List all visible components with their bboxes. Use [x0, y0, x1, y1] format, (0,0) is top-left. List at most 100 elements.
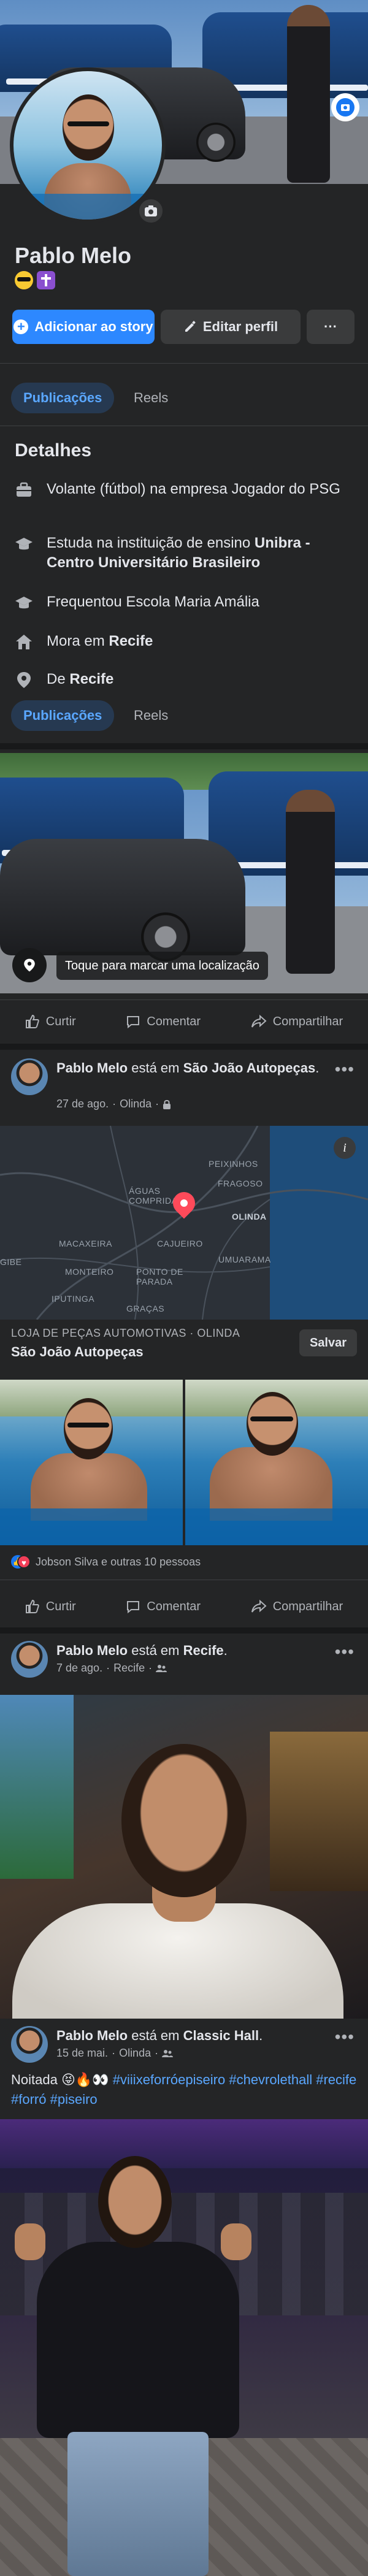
tab-posts[interactable]: Publicações: [11, 383, 115, 413]
map-roads: [0, 1126, 368, 1320]
section-divider: [0, 743, 368, 749]
meta-separator: ·: [155, 2047, 159, 2059]
car-wheel: [196, 123, 236, 162]
post-author[interactable]: Pablo Melo: [56, 2028, 128, 2043]
post-author[interactable]: Pablo Melo: [56, 1060, 128, 1076]
post-photo-right[interactable]: [185, 1380, 368, 1545]
share-button[interactable]: Compartilhar: [251, 1599, 343, 1614]
reaction-text: Jobson Silva e outras 10 pessoas: [36, 1555, 201, 1568]
hashtag-link[interactable]: #chevrolethall: [229, 2072, 312, 2087]
detail-work: Volante (fútbol) na empresa Jogador do P…: [15, 480, 358, 499]
love-reaction-icon: ♥: [17, 1555, 31, 1569]
detail-from-text: De Recife: [47, 670, 113, 689]
avatar-camera-button[interactable]: [137, 197, 164, 224]
post-title: Pablo Melo está em Classic Hall.: [56, 2028, 263, 2043]
tab-posts-label: Publicações: [23, 708, 102, 723]
meta-separator: ·: [148, 1662, 153, 1674]
post-author[interactable]: Pablo Melo: [56, 1643, 128, 1658]
divider: [0, 363, 368, 364]
like-label: Curtir: [45, 1599, 76, 1613]
post-options-button[interactable]: •••: [335, 1060, 355, 1079]
post-actions: Curtir Comentar Compartilhar: [0, 1003, 368, 1040]
home-icon: [16, 635, 32, 649]
comment-button[interactable]: Comentar: [126, 1014, 201, 1029]
post-photo-left[interactable]: [0, 1380, 183, 1545]
standing-person: [286, 790, 335, 974]
meta-separator: ·: [112, 1098, 117, 1110]
sunglasses-shape: [67, 121, 109, 126]
location-tag-button[interactable]: [12, 948, 47, 982]
add-to-story-button[interactable]: + Adicionar ao story: [12, 310, 155, 344]
avatar-photo: [13, 71, 162, 220]
detail-lives: Mora em Recife: [15, 632, 358, 651]
section-divider: [0, 1627, 368, 1634]
post-map[interactable]: FRAGOSO ÁGUAS COMPRIDAS OLINDA MACAXEIRA…: [0, 1126, 368, 1320]
jeans: [67, 2432, 209, 2576]
post-place[interactable]: Recife: [183, 1643, 224, 1658]
place-card[interactable]: LOJA DE PEÇAS AUTOMOTIVAS · OLINDA São J…: [0, 1320, 368, 1370]
post-title: Pablo Melo está em Recife.: [56, 1643, 228, 1658]
map-label: OLINDA: [232, 1212, 267, 1221]
place-name: São João Autopeças: [11, 1344, 144, 1359]
avatar[interactable]: [11, 1058, 48, 1095]
hashtag-link[interactable]: #recife: [316, 2072, 356, 2087]
map-label: PEIXINHOS: [209, 1159, 258, 1169]
post-header: Pablo Melo está em Recife. 7 de ago. · Rec…: [0, 1634, 368, 1689]
edit-profile-label: Editar perfil: [202, 319, 278, 334]
reaction-icons: 👍 ♥: [11, 1555, 31, 1569]
post-options-button[interactable]: •••: [335, 2027, 355, 2047]
more-options-button[interactable]: ···: [307, 310, 355, 344]
avatar[interactable]: [11, 1641, 48, 1678]
hashtag-link[interactable]: #forró: [11, 2092, 46, 2107]
sunglasses-emoji-icon: [15, 271, 33, 289]
post-date[interactable]: 27 de ago.: [56, 1098, 109, 1110]
post-options-button[interactable]: •••: [335, 1642, 355, 1662]
palm-background: [0, 1695, 74, 1879]
detail-lives-city[interactable]: Recife: [109, 633, 153, 649]
head-shape: [121, 1744, 247, 1897]
save-place-button[interactable]: Salvar: [299, 1329, 357, 1356]
friends-icon: [162, 2049, 174, 2057]
hashtag-link[interactable]: #viiixeforróepiseiro: [113, 2072, 225, 2087]
like-button[interactable]: Curtir: [25, 1014, 76, 1029]
cover-photo-edit-button[interactable]: [331, 93, 359, 121]
edit-profile-button[interactable]: Editar perfil: [161, 310, 301, 344]
map-label: GRAÇAS: [126, 1304, 165, 1313]
comment-label: Comentar: [147, 1014, 201, 1028]
map-label: FRAGOSO: [218, 1179, 263, 1188]
like-button[interactable]: Curtir: [25, 1599, 76, 1614]
map-info-button[interactable]: i: [334, 1137, 356, 1159]
post-verb: está em: [128, 1060, 183, 1076]
graduation-cap-icon: [15, 597, 33, 609]
detail-from-city[interactable]: Recife: [69, 671, 113, 687]
post-photo[interactable]: [0, 1695, 368, 2019]
graduation-cap-icon: [15, 538, 33, 550]
post-place[interactable]: São João Autopeças: [183, 1060, 316, 1076]
comment-button[interactable]: Comentar: [126, 1599, 201, 1614]
post-place[interactable]: Classic Hall: [183, 2028, 259, 2043]
post-city: Olinda: [120, 1098, 152, 1110]
tab-posts-label: Publicações: [23, 390, 102, 405]
share-button[interactable]: Compartilhar: [251, 1014, 343, 1029]
post-date[interactable]: 15 de mai.: [56, 2047, 108, 2060]
post-verb: está em: [128, 1643, 183, 1658]
thumbs-up-icon: [25, 1014, 39, 1028]
reaction-summary[interactable]: 👍 ♥ Jobson Silva e outras 10 pessoas: [11, 1555, 201, 1569]
map-label: PONTO DE PARADA: [136, 1267, 183, 1286]
avatar[interactable]: [11, 2026, 48, 2063]
photo-edit-icon: [336, 98, 355, 117]
location-pin-icon: [17, 672, 31, 688]
sunglasses-shape: [250, 1416, 293, 1421]
post-header: Pablo Melo está em Classic Hall. 15 de m…: [0, 2019, 368, 2074]
map-label: MONTEIRO: [65, 1267, 114, 1277]
hashtag-link[interactable]: #piseiro: [50, 2092, 98, 2107]
tab-posts-secondary[interactable]: Publicações: [11, 700, 115, 731]
location-prompt[interactable]: Toque para marcar uma localização: [56, 952, 268, 980]
standing-person: [287, 5, 330, 183]
tab-reels-secondary[interactable]: Reels: [121, 700, 180, 731]
detail-study-text: Estuda na instituição de ensino Unibra -…: [47, 533, 358, 573]
post-date[interactable]: 7 de ago.: [56, 1662, 102, 1675]
tab-reels[interactable]: Reels: [121, 383, 180, 413]
tab-reels-label: Reels: [134, 390, 169, 405]
post-photo[interactable]: [0, 2119, 368, 2576]
